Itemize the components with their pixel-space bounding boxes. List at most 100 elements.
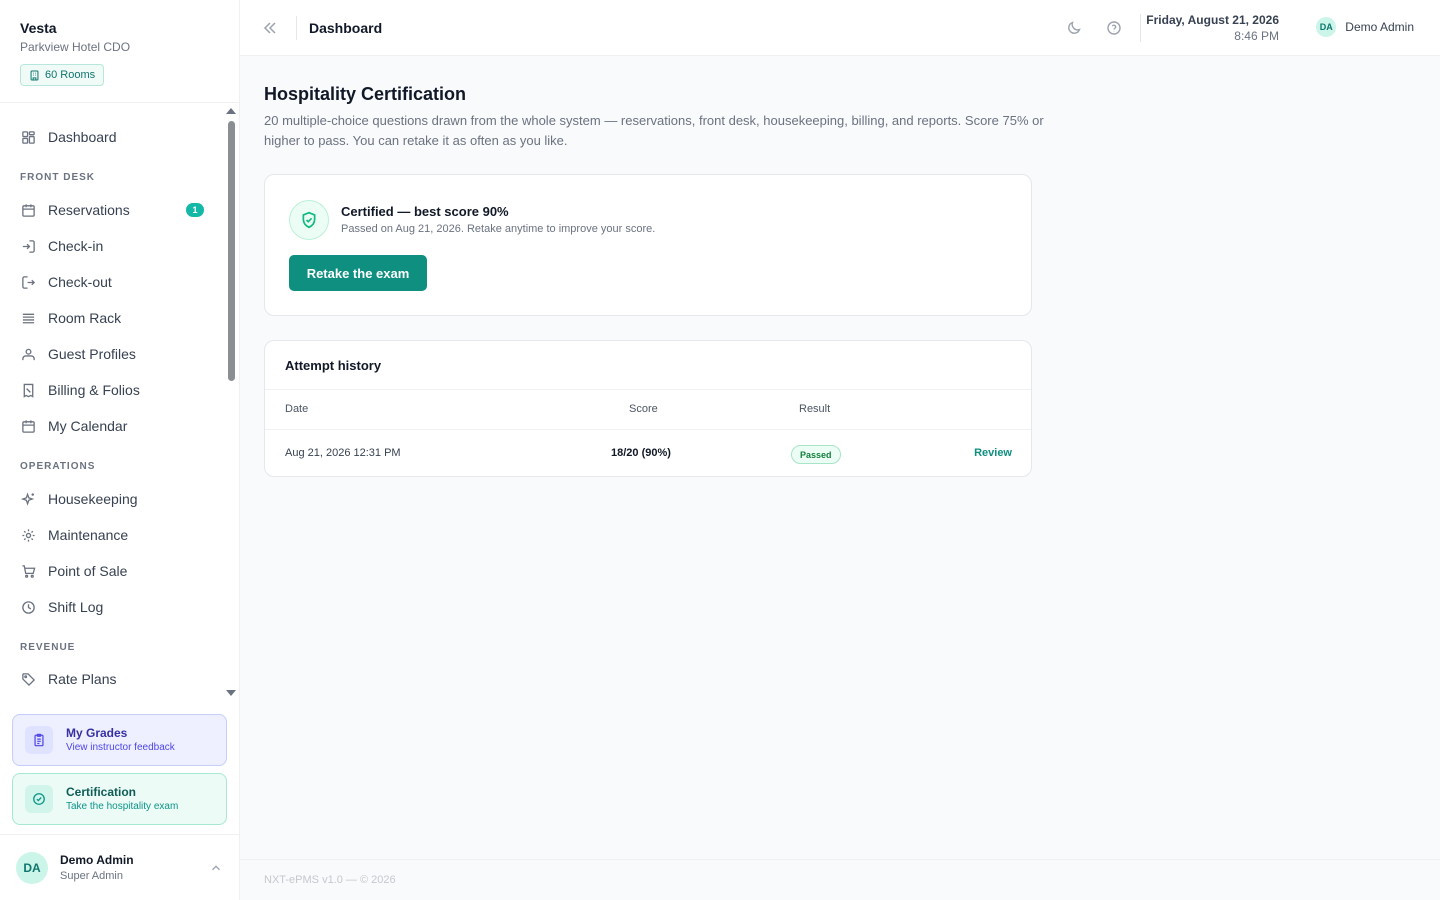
scroll-thumb[interactable] — [228, 121, 235, 381]
divider — [265, 389, 1031, 390]
sidebar-scrollbar[interactable] — [226, 106, 236, 700]
user-role: Super Admin — [60, 869, 123, 882]
sidebar-item-label: Guest Profiles — [48, 346, 136, 362]
section-operations: OPERATIONS — [20, 461, 96, 472]
sidebar-item-label: Reservations — [48, 202, 130, 218]
sidebar-item-shift-log[interactable]: Shift Log — [20, 595, 210, 619]
review-attempt-link[interactable]: Review — [974, 447, 1012, 459]
divider — [265, 429, 1031, 430]
sidebar-item-check-out[interactable]: Check-out — [20, 270, 210, 294]
building-icon — [30, 70, 39, 80]
sidebar-user-menu[interactable]: DA Demo Admin Super Admin — [0, 834, 239, 900]
sidebar-item-label: Rate Plans — [48, 671, 117, 687]
clipboard-icon — [25, 726, 53, 754]
dark-mode-toggle[interactable] — [1065, 19, 1083, 37]
reservations-count-badge: 1 — [186, 203, 204, 217]
sidebar-item-maintenance[interactable]: Maintenance — [20, 523, 210, 547]
header-user-name: Demo Admin — [1345, 20, 1414, 34]
rooms-badge-label: 60 Rooms — [45, 69, 96, 81]
logout-icon — [20, 274, 36, 290]
grid-icon — [20, 129, 36, 145]
avatar: DA — [1316, 17, 1337, 37]
sparkle-icon — [20, 491, 36, 507]
footer-version: NXT-ePMS v1.0 — © 2026 — [264, 874, 396, 886]
column-header-date: Date — [285, 403, 309, 415]
status-badge: Passed — [791, 445, 841, 464]
page-title: Hospitality Certification — [264, 84, 467, 104]
my-grades-card[interactable]: My Grades View instructor feedback — [12, 714, 227, 766]
sidebar-item-label: Point of Sale — [48, 563, 128, 579]
certification-status-card: Certified — best score 90% Passed on Aug… — [264, 174, 1032, 316]
sidebar-item-label: Billing & Folios — [48, 382, 140, 398]
attempt-date: Aug 21, 2026 12:31 PM — [285, 447, 401, 459]
rooms-badge: 60 Rooms — [20, 64, 105, 86]
clock-icon — [20, 599, 36, 615]
sidebar-item-guest-profiles[interactable]: Guest Profiles — [20, 342, 210, 366]
sidebar-item-label: My Calendar — [48, 418, 128, 434]
avatar: DA — [16, 851, 48, 884]
sidebar-item-reservations[interactable]: Reservations 1 — [20, 198, 210, 222]
login-icon — [20, 238, 36, 254]
sidebar-item-point-of-sale[interactable]: Point of Sale — [20, 559, 210, 583]
sidebar-item-billing[interactable]: Billing & Folios — [20, 378, 210, 402]
list-icon — [20, 310, 36, 326]
sidebar-item-label: Check-in — [48, 238, 104, 254]
users-icon — [20, 346, 36, 362]
check-circle-icon — [25, 785, 53, 813]
header-divider — [296, 16, 297, 40]
top-header: Dashboard Friday, August 21, 2026 8:46 P… — [240, 0, 1440, 56]
sidebar-item-label: Check-out — [48, 274, 112, 290]
calendar-icon — [20, 418, 36, 434]
certification-card[interactable]: Certification Take the hospitality exam — [12, 773, 227, 825]
tag-icon — [20, 671, 36, 687]
sidebar-item-label: Dashboard — [48, 129, 117, 145]
retake-exam-button[interactable]: Retake the exam — [289, 255, 427, 291]
sidebar-nav: Dashboard FRONT DESK Reservations 1 Chec… — [0, 103, 240, 704]
sidebar-item-label: Maintenance — [48, 527, 129, 543]
attempt-history-card: Attempt history Date Score Result Aug 21… — [264, 340, 1032, 477]
certification-status-subtitle: Passed on Aug 21, 2026. Retake anytime t… — [341, 223, 656, 235]
attempt-history-title: Attempt history — [285, 358, 382, 373]
user-name: Demo Admin — [60, 852, 134, 867]
gear-icon — [20, 527, 36, 543]
help-circle-icon — [1107, 21, 1121, 35]
sidebar-item-room-rack[interactable]: Room Rack — [20, 306, 210, 330]
sidebar-item-housekeeping[interactable]: Housekeeping — [20, 487, 210, 511]
scroll-down-arrow-icon[interactable] — [226, 690, 236, 696]
brand-block: Vesta Parkview Hotel CDO 60 Rooms — [0, 0, 239, 103]
current-time: 8:46 PM — [1234, 29, 1279, 43]
calendar-icon — [20, 202, 36, 218]
shield-check-icon — [289, 200, 329, 240]
page-description: 20 multiple-choice questions drawn from … — [264, 113, 1044, 148]
help-button[interactable] — [1105, 19, 1123, 37]
section-front-desk: FRONT DESK — [20, 172, 95, 183]
header-user-menu[interactable]: DA Demo Admin — [1316, 17, 1414, 37]
sidebar-item-rate-plans[interactable]: Rate Plans — [20, 667, 210, 691]
sidebar-item-label: Room Rack — [48, 310, 122, 326]
sidebar-item-label: Shift Log — [48, 599, 104, 615]
column-header-score: Score — [629, 403, 658, 415]
sidebar-item-my-calendar[interactable]: My Calendar — [20, 414, 210, 438]
footer: NXT-ePMS v1.0 — © 2026 — [240, 859, 1440, 900]
sidebar: Vesta Parkview Hotel CDO 60 Rooms Dashbo… — [0, 0, 240, 900]
collapse-sidebar-button[interactable] — [260, 18, 280, 38]
cart-icon — [20, 563, 36, 579]
section-revenue: REVENUE — [20, 642, 76, 653]
chevron-up-icon[interactable] — [209, 861, 223, 875]
certification-status-title: Certified — best score 90% — [341, 204, 509, 219]
header-divider — [1140, 14, 1141, 42]
scroll-up-arrow-icon[interactable] — [226, 108, 236, 114]
certification-subtitle: Take the hospitality exam — [66, 800, 179, 812]
my-grades-subtitle: View instructor feedback — [66, 741, 175, 753]
sidebar-item-check-in[interactable]: Check-in — [20, 234, 210, 258]
double-chevron-left-icon — [263, 22, 276, 34]
attempt-score: 18/20 (90%) — [611, 447, 671, 459]
current-date: Friday, August 21, 2026 — [1146, 13, 1279, 27]
my-grades-title: My Grades — [66, 725, 128, 740]
certification-title: Certification — [66, 784, 137, 799]
sidebar-item-label: Housekeeping — [48, 491, 138, 507]
moon-icon — [1068, 21, 1081, 34]
property-name: Parkview Hotel CDO — [20, 40, 131, 54]
brand-name: Vesta — [20, 20, 57, 36]
sidebar-item-dashboard[interactable]: Dashboard — [20, 125, 210, 149]
